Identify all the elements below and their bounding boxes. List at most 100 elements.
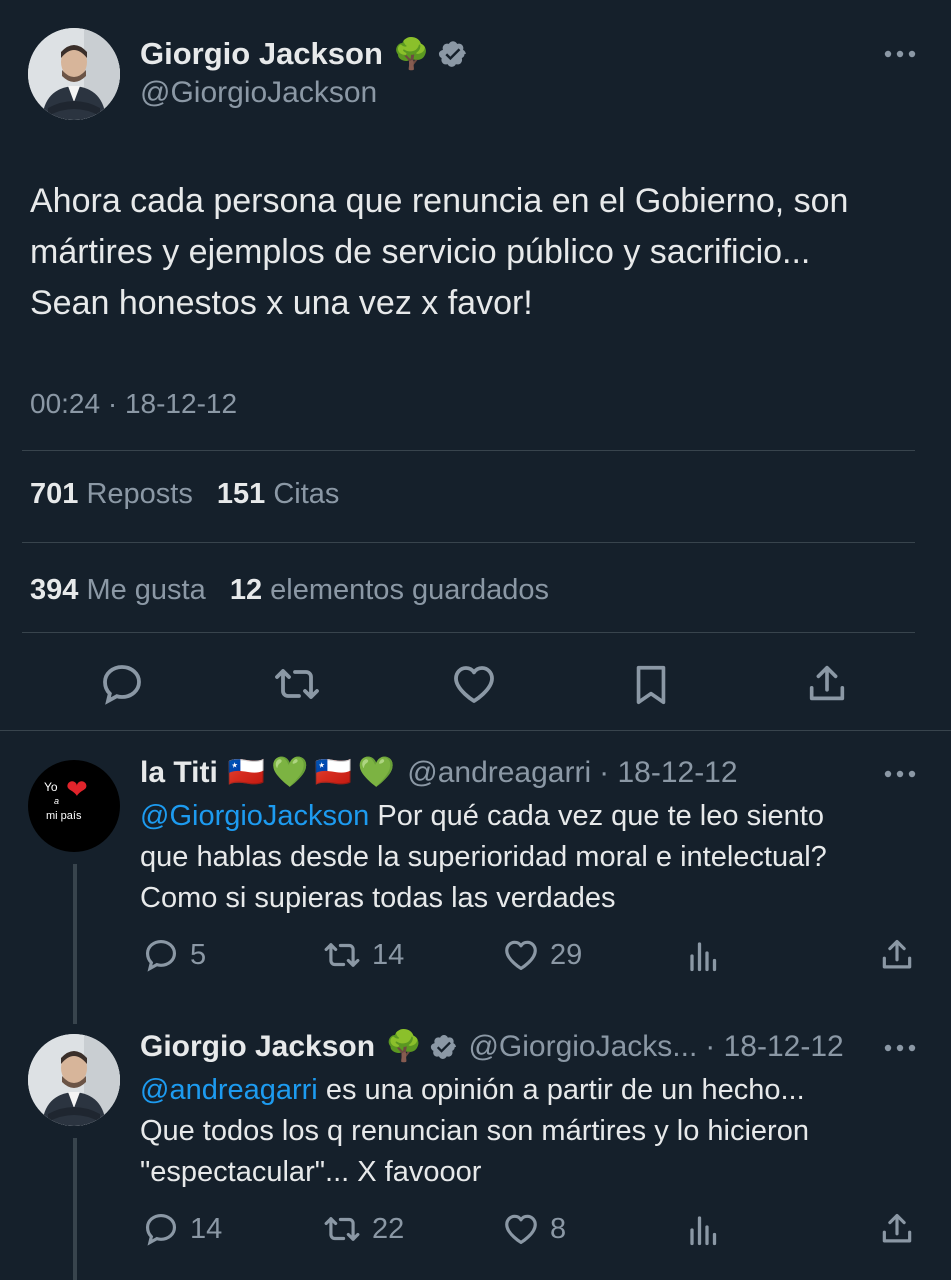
share-button[interactable] — [804, 660, 850, 708]
reply-text-line: que hablas desde la superioridad moral e… — [140, 841, 827, 873]
avatar[interactable] — [28, 1034, 120, 1126]
reposts-label: Reposts — [86, 478, 193, 510]
reply-count: 5 — [190, 938, 207, 971]
verified-badge-icon — [438, 39, 468, 69]
like-button[interactable] — [450, 660, 498, 708]
verified-badge-icon — [430, 1033, 458, 1061]
reply-icon — [145, 939, 177, 972]
bookmark-icon — [636, 665, 666, 705]
repost-count: 14 — [372, 938, 405, 971]
share-icon — [809, 665, 845, 701]
tree-emoji: 🌳 — [392, 37, 431, 71]
reply-icon — [103, 665, 141, 705]
likes-label: Me gusta — [86, 574, 206, 606]
repost-icon — [275, 669, 319, 699]
bookmark-button[interactable] — [628, 660, 674, 710]
reposts-count: 701 — [30, 478, 79, 510]
tweet-text: Ahora cada persona que renuncia en el Go… — [30, 176, 848, 329]
bookmarks-count: 12 — [229, 574, 263, 606]
reply-text-line: es una opinión a partir de un hecho... — [317, 1074, 805, 1106]
views-button[interactable] — [686, 1212, 722, 1248]
avatar[interactable] — [28, 28, 120, 120]
quotes-label: Citas — [273, 478, 340, 510]
bookmarks-stat[interactable]: 12 elementos guardados — [230, 574, 549, 606]
like-count: 8 — [550, 1212, 567, 1245]
quotes-stat[interactable]: 151 Citas — [217, 478, 340, 510]
heart-icon: ❤ — [66, 774, 88, 804]
author-handle[interactable]: @andreagarri — [407, 756, 591, 790]
reply-icon — [145, 1213, 177, 1246]
author-handle[interactable]: @GiorgioJacks... — [468, 1030, 697, 1064]
reply-text-line: Como si supieras todas las verdades — [140, 882, 616, 914]
repost-icon — [324, 943, 360, 967]
like-button[interactable]: 29 — [502, 936, 582, 974]
analytics-icon — [690, 1216, 717, 1246]
reply-text-line: Por qué cada vez que te leo siento — [369, 800, 824, 832]
heart-icon — [454, 666, 494, 703]
repost-button[interactable] — [272, 660, 322, 708]
repost-button[interactable]: 14 — [322, 936, 404, 974]
tweet-text-line: Sean honestos x una vez x favor! — [30, 284, 533, 322]
mention-link[interactable]: @andreagarri — [140, 1074, 318, 1106]
timestamp[interactable]: 00:24 · 18-12-12 — [30, 388, 237, 420]
avatar-text: mi país — [46, 810, 82, 822]
thread-line — [73, 864, 77, 1024]
more-options-icon[interactable] — [882, 762, 918, 786]
reply-date[interactable]: · 18-12-12 — [705, 1030, 843, 1064]
likes-bookmarks-stats: 394 Me gusta 12 elementos guardados — [30, 574, 549, 607]
tweet-text-line: Ahora cada persona que renuncia en el Go… — [30, 182, 849, 220]
share-icon — [882, 939, 912, 969]
thread-line — [73, 1138, 77, 1280]
author-handle[interactable]: @GiorgioJackson — [140, 76, 377, 110]
like-count: 29 — [550, 938, 583, 971]
divider — [22, 632, 915, 633]
likes-count: 394 — [30, 574, 79, 606]
reply-text: @GiorgioJackson Por qué cada vez que te … — [140, 796, 827, 919]
reply-date[interactable]: · 18-12-12 — [599, 756, 737, 790]
views-button[interactable] — [686, 938, 722, 974]
divider — [22, 450, 915, 451]
heart-icon — [505, 1214, 537, 1245]
author-row: Giorgio Jackson 🌳 @GiorgioJacks... · 18-… — [140, 1029, 844, 1064]
share-button[interactable] — [878, 1210, 916, 1248]
flag-emoji: 🇨🇱 — [227, 756, 266, 789]
repost-count: 22 — [372, 1212, 405, 1245]
green-heart-emoji: 💚 — [357, 756, 396, 789]
author-name[interactable]: la Titi — [140, 756, 218, 790]
share-icon — [882, 1213, 912, 1243]
more-options-icon[interactable] — [882, 1036, 918, 1060]
likes-stat[interactable]: 394 Me gusta — [30, 574, 206, 606]
tweet-text-line: mártires y ejemplos de servicio público … — [30, 233, 811, 271]
author-row: Giorgio Jackson 🌳 — [140, 36, 468, 72]
more-options-icon[interactable] — [882, 42, 918, 66]
author-row: la Titi 🇨🇱 💚 🇨🇱 💚 @andreagarri · 18-12-1… — [140, 755, 738, 790]
tree-emoji: 🌳 — [385, 1030, 423, 1063]
reply-text-line: Que todos los q renuncian son mártires y… — [140, 1115, 809, 1147]
heart-icon — [505, 940, 537, 971]
avatar[interactable]: Yo ❤ a mi país — [28, 760, 120, 852]
avatar-photo — [28, 28, 120, 120]
divider — [0, 730, 951, 731]
quotes-count: 151 — [216, 478, 266, 510]
repost-button[interactable]: 22 — [322, 1210, 404, 1248]
bookmarks-label: elementos guardados — [270, 574, 550, 606]
analytics-icon — [690, 942, 717, 972]
share-button[interactable] — [878, 936, 916, 974]
author-name[interactable]: Giorgio Jackson — [140, 36, 383, 72]
reply-button[interactable]: 14 — [142, 1210, 222, 1248]
mention-link[interactable]: @GiorgioJackson — [140, 800, 369, 832]
reply-button[interactable] — [98, 660, 146, 708]
green-heart-emoji: 💚 — [271, 756, 309, 789]
reply-count: 14 — [190, 1212, 223, 1245]
reposts-quotes-stats: 701 Reposts 151 Citas — [30, 478, 339, 511]
author-name[interactable]: Giorgio Jackson — [140, 1030, 375, 1064]
repost-icon — [324, 1217, 360, 1241]
like-button[interactable]: 8 — [502, 1210, 566, 1248]
flag-emoji: 🇨🇱 — [314, 756, 352, 789]
reply-text-line: "espectacular"... X favooor — [140, 1156, 482, 1188]
reply-button[interactable]: 5 — [142, 936, 206, 974]
reposts-stat[interactable]: 701 Reposts — [30, 478, 193, 510]
avatar-text: Yo — [44, 780, 58, 794]
divider — [22, 542, 915, 543]
avatar-text: a — [54, 796, 60, 806]
